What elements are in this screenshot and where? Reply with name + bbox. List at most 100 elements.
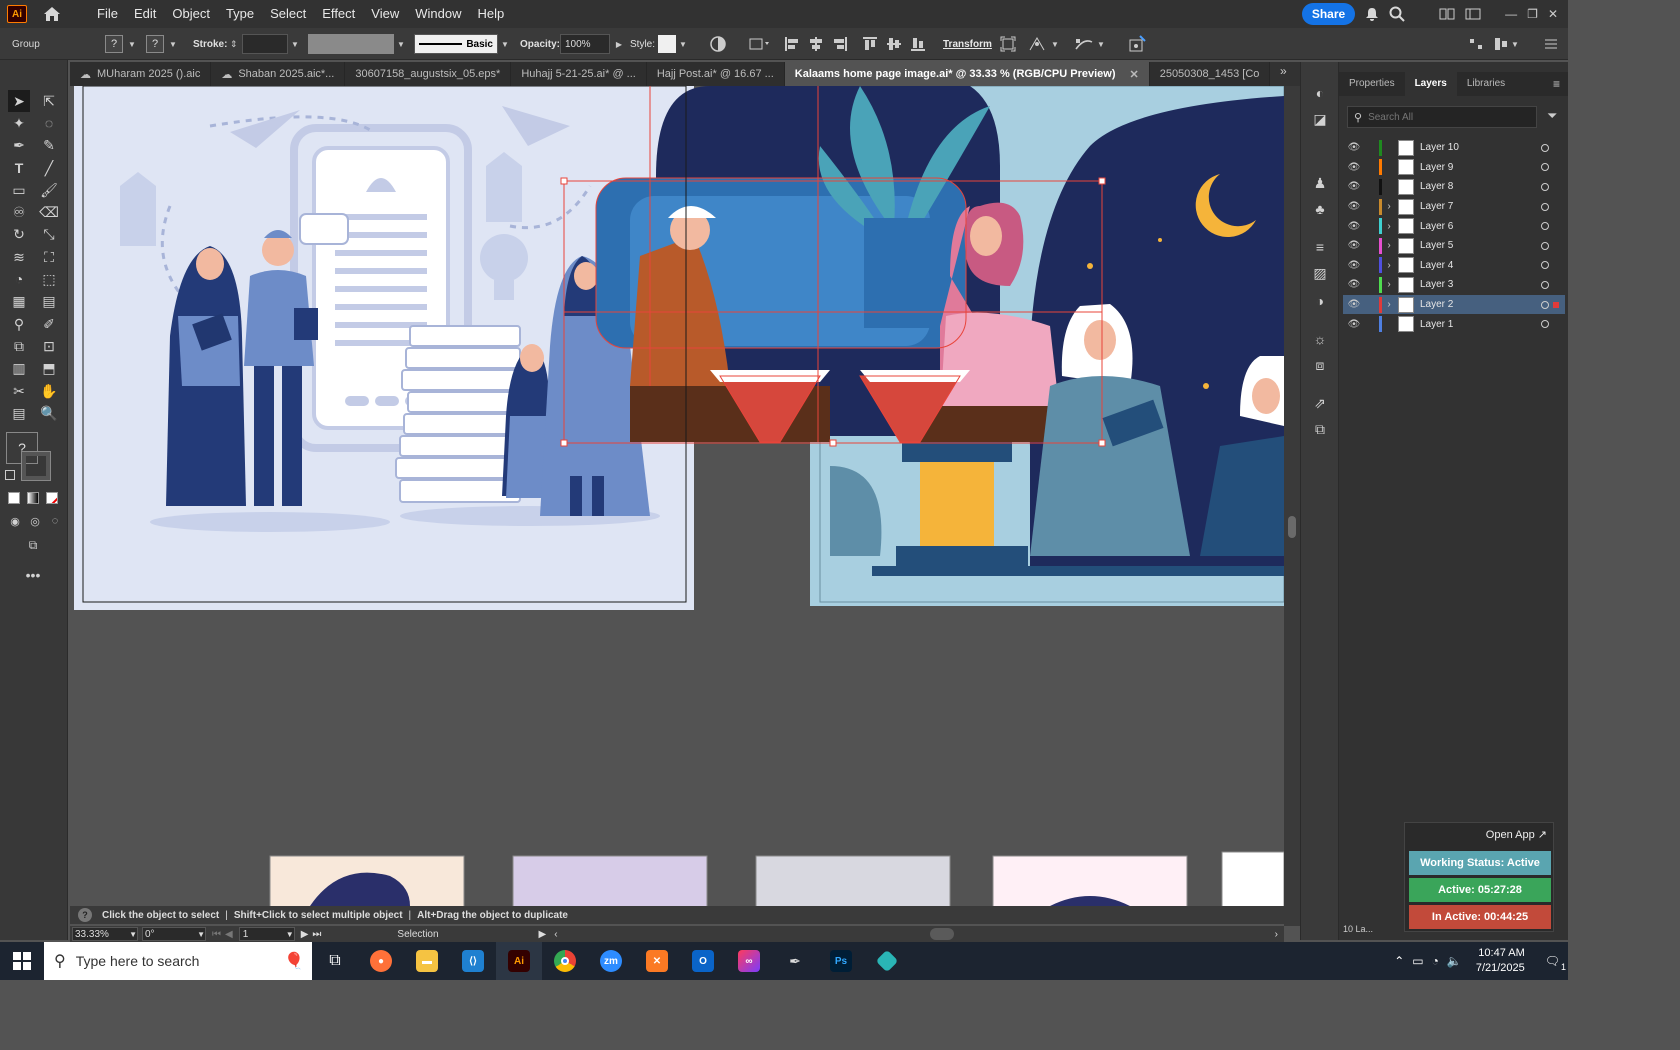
zoom-field[interactable]: 33.33% ▼ [72, 927, 138, 941]
tab-huhajj[interactable]: Huhajj 5-21-25.ai* @ ... [511, 62, 647, 86]
chevron-down-icon[interactable]: ▼ [676, 39, 690, 49]
xampp-icon[interactable]: ✕ [634, 942, 680, 980]
symbol-sprayer-icon[interactable]: ⊡ [38, 335, 60, 357]
stroke-weight-field[interactable] [242, 34, 288, 54]
gradient-mode-icon[interactable] [27, 492, 39, 504]
workspace-icon[interactable] [1439, 7, 1455, 21]
free-transform-icon[interactable]: ⛶ [38, 246, 60, 268]
gradient-panel-icon[interactable]: ▨ [1309, 262, 1331, 284]
align-center-icon[interactable] [808, 36, 824, 52]
more-tabs-icon[interactable]: » [1280, 64, 1287, 78]
notification-icon[interactable]: 🗨 1 [1545, 954, 1566, 972]
layer-row[interactable]: 👁 › Layer 4 [1343, 256, 1565, 276]
artboards-panel-icon[interactable]: ⧉ [1309, 418, 1331, 440]
chevron-right-icon[interactable]: › [1382, 240, 1396, 251]
blend-tool-icon[interactable]: ⧉ [8, 335, 30, 357]
last-artboard-icon[interactable]: ⏭ [312, 929, 321, 940]
menu-effect[interactable]: Effect [314, 0, 363, 28]
direct-selection-tool-icon[interactable]: ⇱ [38, 90, 60, 112]
tab-shaban[interactable]: ☁ Shaban 2025.aic*... [211, 62, 346, 86]
app-diamond-icon[interactable] [864, 942, 910, 980]
clock[interactable]: 10:47 AM 7/21/2025 [1476, 946, 1525, 976]
canvas[interactable] [70, 86, 1284, 906]
target-circle-icon[interactable] [1541, 280, 1549, 289]
menu-help[interactable]: Help [469, 0, 512, 28]
first-artboard-icon[interactable]: ⏮ [212, 929, 221, 940]
menu-file[interactable]: File [89, 0, 126, 28]
windows-start-icon[interactable] [0, 942, 44, 980]
outlook-icon[interactable]: O [680, 942, 726, 980]
fill-swatch[interactable]: ? [105, 35, 123, 53]
paintbrush-icon[interactable]: 🖌 [38, 179, 60, 201]
artboard-tool-icon[interactable]: ⬒ [38, 357, 60, 379]
home-icon[interactable] [43, 6, 61, 22]
rectangle-tool-icon[interactable]: ▭ [8, 179, 30, 201]
layers-search[interactable]: ⚲ [1347, 106, 1537, 128]
chevron-down-icon[interactable]: ▼ [197, 930, 205, 939]
prev-artboard-icon[interactable]: ◀ [225, 929, 233, 940]
envelope-distort-icon[interactable] [1074, 36, 1094, 52]
layer-row[interactable]: 👁 Layer 8 [1343, 177, 1565, 197]
stroke-stepper[interactable]: ⇕ [230, 39, 242, 50]
slice-tool-icon[interactable]: ✂ [8, 380, 30, 402]
volume-icon[interactable]: 🔈 [1447, 954, 1462, 968]
layer-row[interactable]: 👁 › Layer 3 [1343, 275, 1565, 295]
screen-mode-icon[interactable]: ⧉ [22, 534, 44, 556]
arrange-icon[interactable] [1465, 7, 1481, 21]
menu-object[interactable]: Object [164, 0, 218, 28]
chevron-right-icon[interactable]: ▶ [612, 39, 626, 49]
color-mode-icon[interactable] [8, 492, 20, 504]
chevron-down-icon[interactable]: ▼ [1094, 39, 1108, 49]
tab-kalaams[interactable]: Kalaams home page image.ai* @ 33.33 % (R… [784, 62, 1150, 86]
scroll-left-icon[interactable]: ‹ [554, 929, 557, 940]
target-circle-icon[interactable] [1541, 261, 1549, 270]
measure-icon[interactable]: ✐ [38, 313, 60, 335]
gradient-tool-icon[interactable]: ▤ [38, 290, 60, 312]
curvature-tool-icon[interactable]: ✎ [38, 134, 60, 156]
shape-builder-icon[interactable]: ◔ [8, 268, 30, 290]
symbols-icon[interactable]: ♣ [1309, 198, 1331, 220]
eye-icon[interactable]: 👁 [1347, 221, 1361, 232]
stroke-swatch[interactable]: ? [146, 35, 164, 53]
tab-properties[interactable]: Properties [1339, 72, 1405, 96]
target-circle-icon[interactable] [1541, 182, 1549, 191]
tab-muharam[interactable]: ☁ MUharam 2025 ().aic [70, 62, 212, 86]
chevron-down-icon[interactable]: ▼ [1048, 39, 1062, 49]
illustrator-taskbar-icon[interactable]: Ai [496, 942, 542, 980]
transparency-icon[interactable]: ◑ [1309, 290, 1331, 312]
perspective-grid-icon[interactable]: ⬚ [38, 268, 60, 290]
eye-icon[interactable]: 👁 [1347, 162, 1361, 173]
chevron-right-icon[interactable]: › [1382, 260, 1396, 271]
target-circle-icon[interactable] [1541, 320, 1549, 329]
photoshop-icon[interactable]: Ps [818, 942, 864, 980]
chevron-down-icon[interactable]: ▼ [498, 39, 512, 49]
firefox-icon[interactable]: ● [358, 942, 404, 980]
lasso-tool-icon[interactable]: ◌ [38, 112, 60, 134]
filter-icon[interactable]: ⏷ [1547, 108, 1557, 124]
eye-icon[interactable]: 👁 [1347, 201, 1361, 212]
chevron-down-icon[interactable]: ▼ [286, 930, 294, 939]
eye-icon[interactable]: 👁 [1347, 279, 1361, 290]
target-circle-icon[interactable] [1541, 143, 1549, 152]
vscode-icon[interactable]: ⟨⟩ [450, 942, 496, 980]
style-swatch[interactable] [658, 35, 676, 53]
minimize-icon[interactable]: — [1505, 7, 1517, 21]
align-left-icon[interactable] [784, 36, 800, 52]
open-app-link[interactable]: Open App ↗ [1486, 828, 1547, 841]
tab-25050308[interactable]: 25050308_1453 [Co [1149, 62, 1271, 86]
recolor-icon[interactable] [710, 36, 726, 52]
layer-row[interactable]: 👁 › Layer 6 [1343, 216, 1565, 236]
none-mode-icon[interactable] [46, 492, 58, 504]
close-tab-icon[interactable]: ✕ [1129, 68, 1138, 81]
close-icon[interactable]: ✕ [1548, 7, 1558, 21]
stroke-color-box[interactable] [21, 451, 51, 481]
align-top-icon[interactable] [862, 36, 878, 52]
type-tool-icon[interactable]: T [8, 157, 30, 179]
graphic-styles-icon[interactable]: ⧈ [1309, 354, 1331, 376]
selection-tool-icon[interactable]: ➤ [8, 90, 30, 112]
stroke-panel-icon[interactable]: ≡ [1309, 236, 1331, 258]
chevron-down-icon[interactable]: ▼ [125, 39, 139, 49]
chrome-icon[interactable] [542, 942, 588, 980]
layer-row[interactable]: 👁 › Layer 7 [1343, 197, 1565, 217]
menu-edit[interactable]: Edit [126, 0, 164, 28]
